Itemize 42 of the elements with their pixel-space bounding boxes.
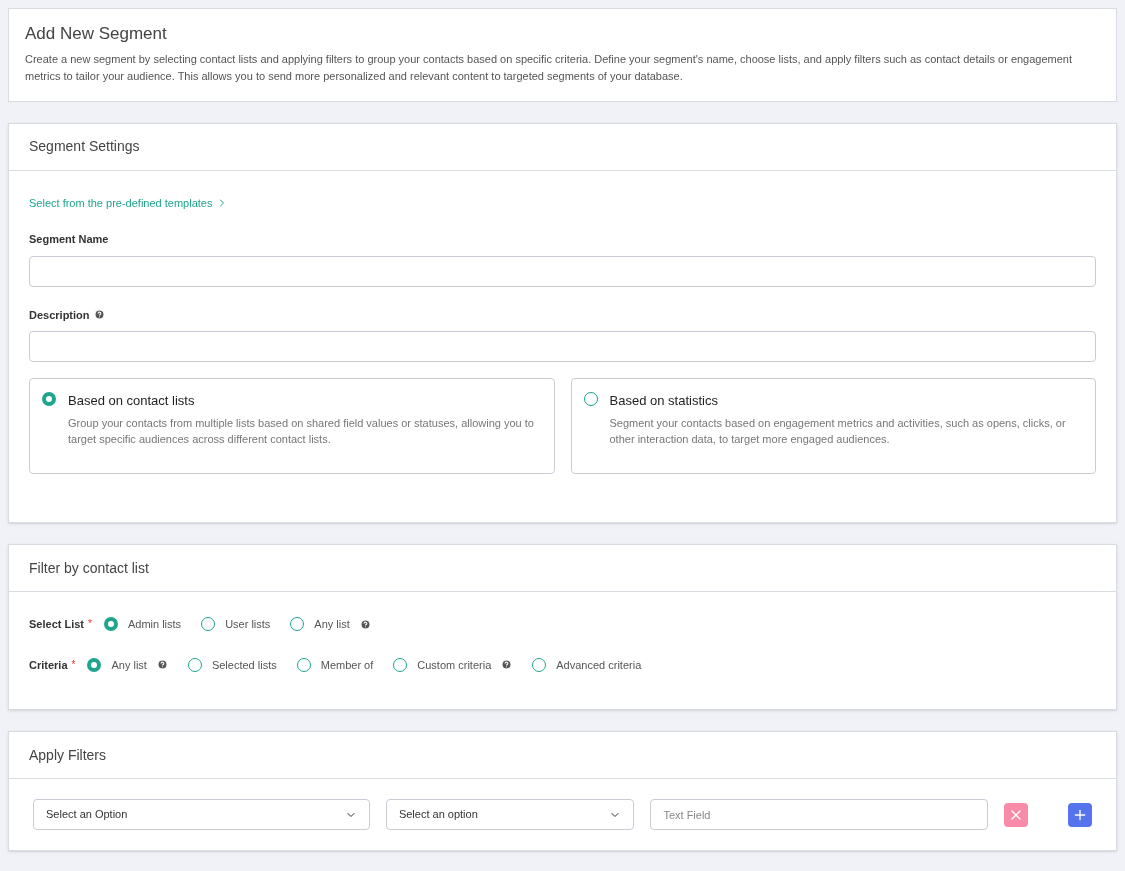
option-description: Group your contacts from multiple lists based on shared field values or statuses, allowing you to target specific audiences across different contact lists. xyxy=(68,415,535,447)
radio-button[interactable] xyxy=(42,392,56,406)
option-title: Based on statistics xyxy=(609,392,719,410)
required-mark: * xyxy=(88,617,92,631)
radio-button[interactable] xyxy=(532,657,547,672)
card-title: Filter by contact list xyxy=(29,558,149,578)
radio-button[interactable] xyxy=(583,392,598,406)
radio-label: Selected lists xyxy=(211,657,277,673)
radio-label: Advanced criteria xyxy=(556,657,642,673)
select-dropdown[interactable]: Select an Option xyxy=(33,799,370,830)
option-card[interactable]: Based on statistics Segment your contacts based on engagement metrics and activities, such as opens, clicks, or other interaction data, to target more engaged audiences. xyxy=(570,378,1096,474)
radio-label: User lists xyxy=(225,617,271,632)
radio-button[interactable] xyxy=(296,657,311,672)
radio-button[interactable] xyxy=(103,617,118,632)
group-label: Criteria xyxy=(29,657,68,673)
group-label: Select List xyxy=(29,617,85,632)
radio-label: Custom criteria xyxy=(417,657,492,673)
radio-button[interactable] xyxy=(290,617,305,632)
text-input[interactable] xyxy=(29,255,1096,287)
text-input[interactable] xyxy=(29,331,1096,362)
text-input[interactable]: Text Field xyxy=(650,799,989,830)
radio-label: Any list xyxy=(314,617,350,632)
radio-label: Any list xyxy=(111,657,147,673)
page-description: Create a new segment by selecting contact lists and applying filters to group your contacts based on specific criteria. Define your segment's name, choose lists, and apply filters such as contact details or engagement metrics to tailor your audience. This allows you to send more personalized and relevant content to targeted segments of your database. xyxy=(25,51,1074,84)
page-title: Add New Segment xyxy=(25,23,168,45)
radio-label: Member of xyxy=(320,657,374,673)
add-button[interactable] xyxy=(1068,802,1092,827)
select-dropdown[interactable]: Select an option xyxy=(385,799,635,830)
card-title: Apply Filters xyxy=(29,745,107,765)
radio-button[interactable] xyxy=(201,617,216,632)
option-title: Based on contact lists xyxy=(68,392,196,410)
radio-button[interactable] xyxy=(87,657,102,672)
option-description: Segment your contacts based on engagement metrics and activities, such as opens, clicks, or other interaction data, to target more engaged audiences. xyxy=(609,415,1067,447)
required-mark: * xyxy=(71,657,76,672)
field-label: Description xyxy=(29,307,90,323)
option-card[interactable]: Based on contact lists Group your contacts from multiple lists based on shared field values or statuses, allowing you to target specific audiences across different contact lists. xyxy=(29,378,555,474)
field-label: Segment Name xyxy=(29,232,109,247)
card-title: Segment Settings xyxy=(29,137,140,156)
radio-button[interactable] xyxy=(187,657,202,672)
remove-button[interactable] xyxy=(1004,802,1029,827)
radio-label: Admin lists xyxy=(127,617,182,632)
radio-button[interactable] xyxy=(393,657,408,672)
